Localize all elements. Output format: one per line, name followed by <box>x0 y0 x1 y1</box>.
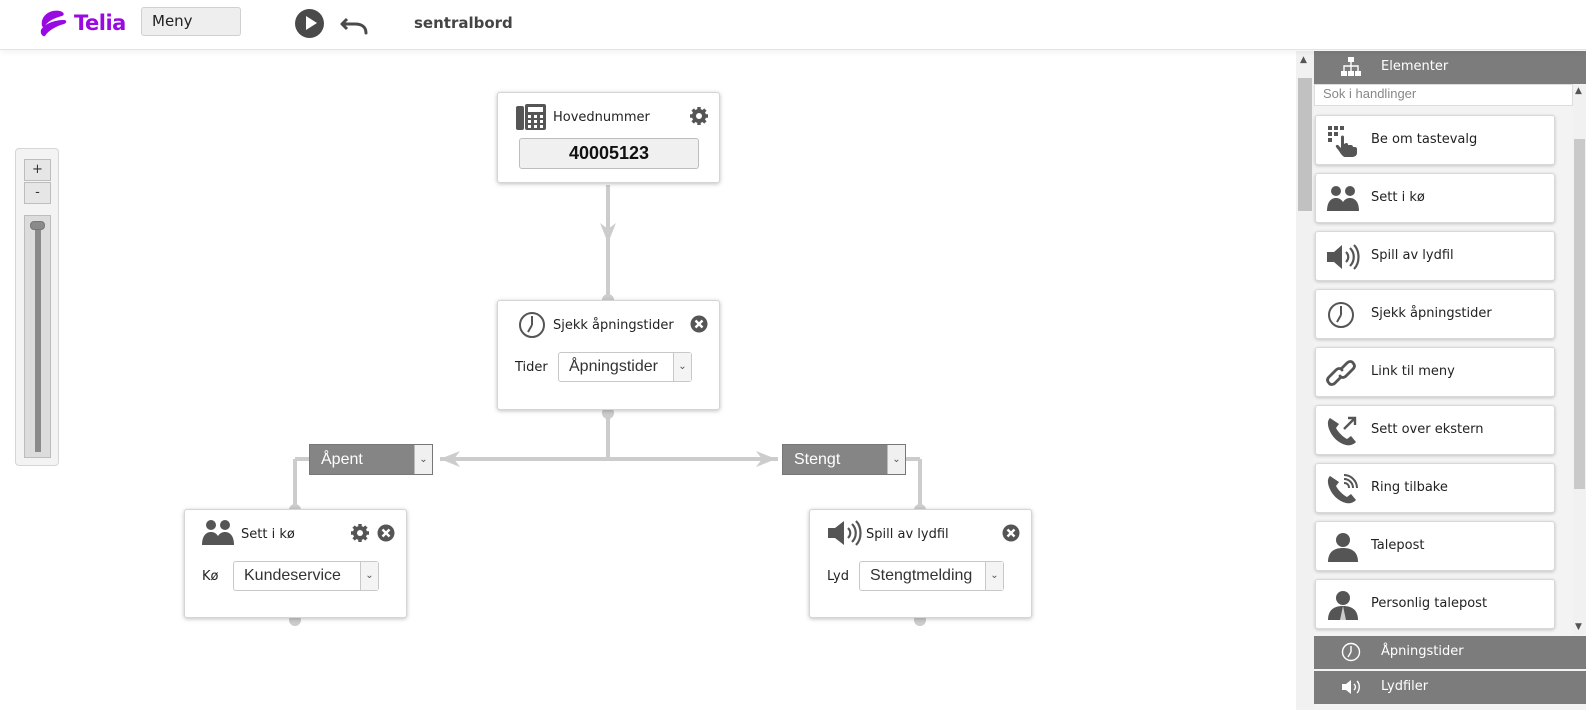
flow-canvas[interactable]: + - Hovednummer 40005123 Sjekk åpningsti… <box>0 51 1296 710</box>
node-title: Hovednummer <box>553 110 650 125</box>
top-bar: Telia Meny sentralbord <box>0 0 1586 50</box>
action-label: Link til meny <box>1371 364 1455 379</box>
link-icon <box>1326 360 1356 386</box>
zoom-slider-handle[interactable] <box>30 221 45 230</box>
voicemail-user-icon <box>1328 533 1358 562</box>
close-icon[interactable] <box>689 314 709 334</box>
speaker-icon <box>1327 244 1360 270</box>
scroll-up-arrow-icon[interactable]: ▲ <box>1300 55 1307 65</box>
action-label: Spill av lydfil <box>1371 248 1454 263</box>
main-number-node[interactable]: Hovednummer 40005123 <box>497 92 720 183</box>
phone-number-field[interactable]: 40005123 <box>519 138 699 169</box>
undo-icon[interactable] <box>339 9 369 39</box>
speaker-icon <box>1342 680 1360 694</box>
canvas-scrollbar[interactable]: ▲ <box>1296 51 1314 710</box>
action-label: Ring tilbake <box>1371 480 1448 495</box>
close-icon[interactable] <box>376 523 396 543</box>
canvas-scrollbar-thumb[interactable] <box>1298 78 1312 211</box>
action-label: Personlig talepost <box>1371 596 1488 611</box>
opening-hours-select[interactable]: Åpningstider ⌄ <box>558 352 692 382</box>
menu-select[interactable]: Meny <box>141 7 241 36</box>
elements-scrollbar-thumb[interactable] <box>1574 139 1585 489</box>
sound-files-section-header[interactable]: Lydfiler <box>1314 671 1586 704</box>
action-item[interactable]: Talepost <box>1315 521 1555 571</box>
gear-icon[interactable] <box>689 106 709 126</box>
select-value: Kundeservice <box>244 567 341 584</box>
elements-panel-header[interactable]: Elementer <box>1314 51 1586 84</box>
chevron-down-icon[interactable]: ⌄ <box>414 445 432 474</box>
elements-scrollbar[interactable]: ▲ ▼ <box>1573 84 1586 634</box>
action-item[interactable]: Spill av lydfil <box>1315 231 1555 281</box>
node-title: Sjekk åpningstider <box>553 318 674 333</box>
select-value: Åpningstider <box>569 358 658 375</box>
action-label: Sett i kø <box>1371 190 1425 205</box>
chevron-down-icon[interactable]: ⌄ <box>360 562 378 590</box>
branch-label: Åpent <box>321 451 363 468</box>
branch-open-select[interactable]: Åpent ⌄ <box>309 444 433 475</box>
play-button[interactable] <box>295 9 324 38</box>
queue-node[interactable]: Sett i kø Kø Kundeservice ⌄ <box>184 509 407 618</box>
node-title: Sett i kø <box>241 527 295 542</box>
scroll-down-arrow-icon[interactable]: ▼ <box>1575 622 1582 632</box>
action-item[interactable]: Sjekk åpningstider <box>1315 289 1555 339</box>
keypad-touch-icon <box>1328 126 1357 157</box>
queue-users-icon <box>202 520 234 545</box>
chevron-down-icon[interactable]: ⌄ <box>985 562 1003 590</box>
play-sound-node[interactable]: Spill av lydfil Lyd Stengtmelding ⌄ <box>809 509 1032 618</box>
action-item[interactable]: Ring tilbake <box>1315 463 1555 513</box>
page-title: sentralbord <box>414 14 513 32</box>
logo-text: Telia <box>74 11 126 35</box>
action-label: Sett over ekstern <box>1371 422 1484 437</box>
opening-hours-node[interactable]: Sjekk åpningstider Tider Åpningstider ⌄ <box>497 300 720 410</box>
elements-panel: Elementer Sok i handlinger Be om tasteva… <box>1314 51 1586 710</box>
personal-voicemail-icon <box>1328 591 1358 620</box>
zoom-in-button[interactable]: + <box>24 159 51 181</box>
opening-hours-section-header[interactable]: Åpningstider <box>1314 636 1586 669</box>
action-label: Talepost <box>1371 538 1425 553</box>
queue-users-icon <box>1327 186 1359 211</box>
zoom-slider-rail <box>35 224 41 452</box>
section-label: Lydfiler <box>1381 679 1429 694</box>
action-item[interactable]: Personlig talepost <box>1315 579 1555 629</box>
node-title: Spill av lydfil <box>866 527 949 542</box>
panel-header-label: Elementer <box>1381 59 1449 74</box>
hierarchy-icon <box>1341 57 1361 76</box>
telia-logo[interactable]: Telia <box>36 6 126 40</box>
gear-icon[interactable] <box>350 523 370 543</box>
sound-file-select[interactable]: Stengtmelding ⌄ <box>859 561 1004 591</box>
branch-label: Stengt <box>794 451 841 468</box>
telia-pebble-icon <box>40 10 67 37</box>
search-input[interactable]: Sok i handlinger <box>1314 84 1573 106</box>
section-label: Åpningstider <box>1381 644 1464 659</box>
phone-callback-icon <box>1327 474 1358 504</box>
clock-icon <box>1328 302 1354 328</box>
zoom-control: + - <box>15 148 59 466</box>
zoom-out-button[interactable]: - <box>24 182 51 204</box>
action-item[interactable]: Link til meny <box>1315 347 1555 397</box>
phone-forward-icon <box>1327 416 1357 446</box>
zoom-slider[interactable] <box>24 215 51 458</box>
action-item[interactable]: Sett i kø <box>1315 173 1555 223</box>
field-label: Lyd <box>827 569 849 584</box>
action-label: Be om tastevalg <box>1371 132 1478 147</box>
desk-phone-icon <box>516 104 546 130</box>
speaker-icon <box>828 520 862 546</box>
clock-icon <box>1341 642 1361 662</box>
chevron-down-icon[interactable]: ⌄ <box>673 353 691 381</box>
queue-select[interactable]: Kundeservice ⌄ <box>233 561 379 591</box>
action-label: Sjekk åpningstider <box>1371 306 1492 321</box>
branch-closed-select[interactable]: Stengt ⌄ <box>782 444 906 475</box>
chevron-down-icon[interactable]: ⌄ <box>887 445 905 474</box>
scroll-up-arrow-icon[interactable]: ▲ <box>1575 86 1582 96</box>
clock-icon <box>519 312 545 338</box>
field-label: Kø <box>202 569 219 584</box>
action-item[interactable]: Sett over ekstern <box>1315 405 1555 455</box>
field-label: Tider <box>515 360 548 375</box>
close-icon[interactable] <box>1001 523 1021 543</box>
action-item[interactable]: Be om tastevalg <box>1315 115 1555 165</box>
select-value: Stengtmelding <box>870 567 973 584</box>
